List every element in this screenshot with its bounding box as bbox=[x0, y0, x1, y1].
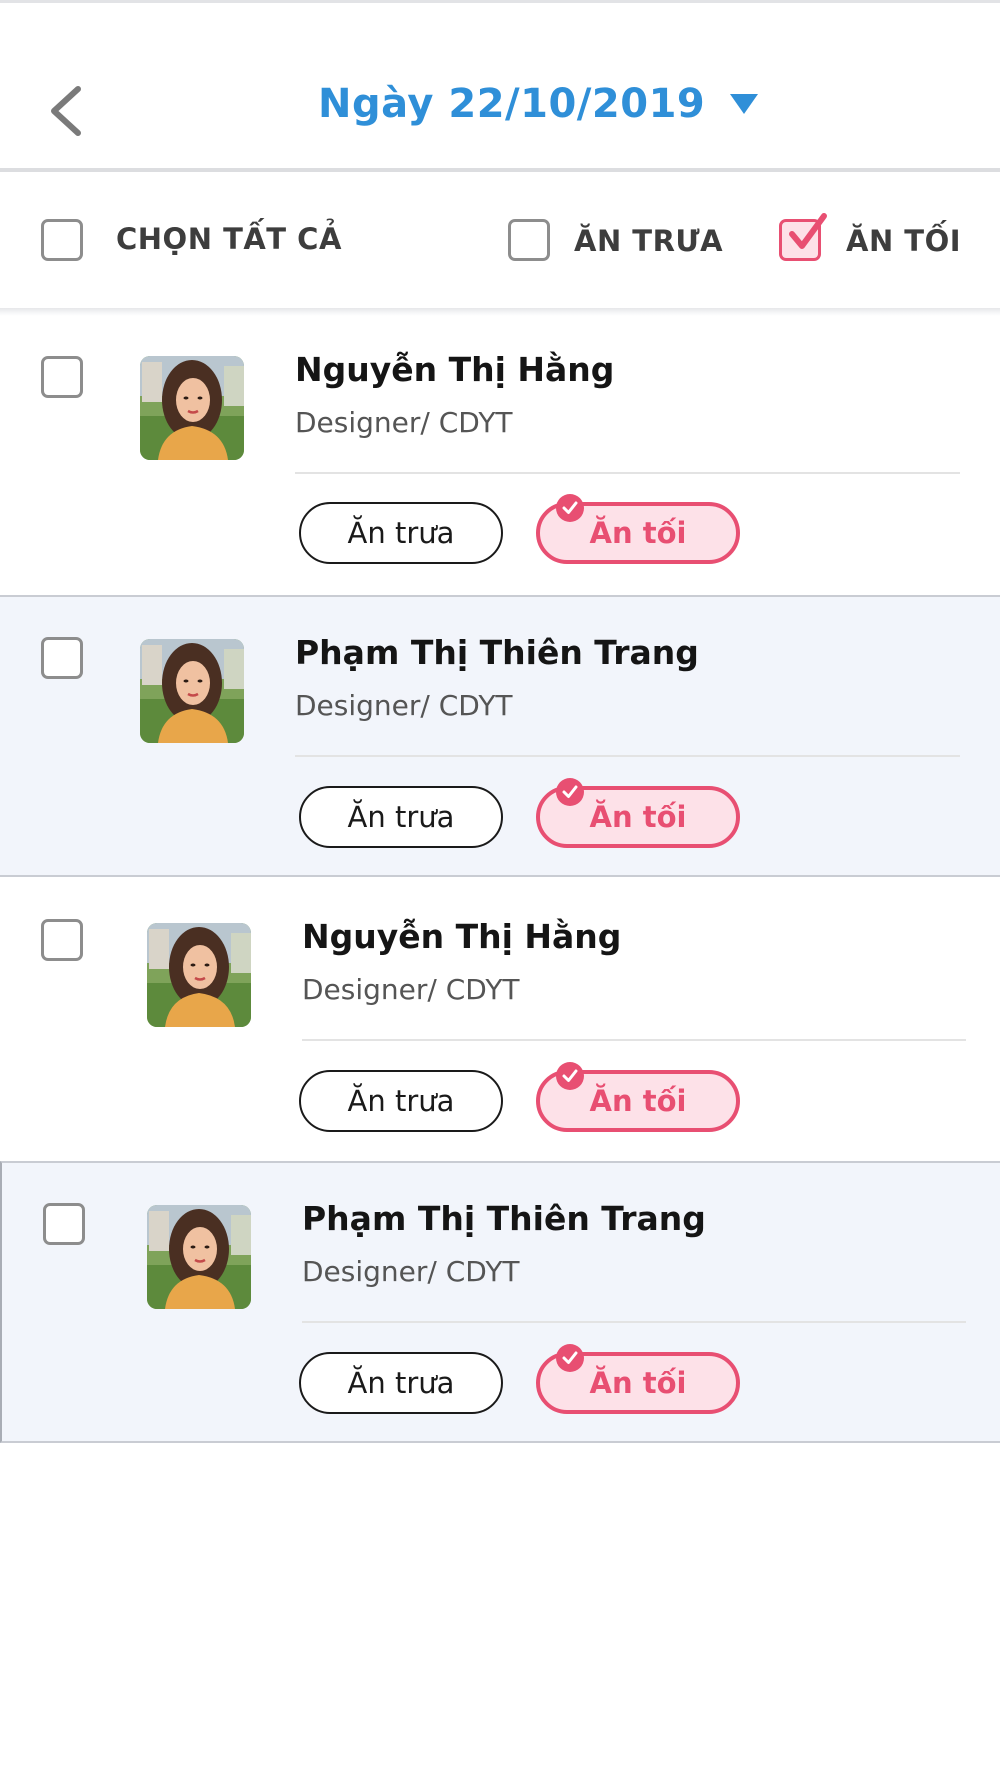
item-name: Phạm Thị Thiên Trang bbox=[302, 1199, 706, 1238]
item-name: Nguyễn Thị Hằng bbox=[295, 350, 615, 389]
select-all-label[interactable]: CHỌN TẤT CẢ bbox=[116, 222, 342, 256]
lunch-toggle-button[interactable]: Ăn trưa bbox=[299, 1070, 503, 1132]
item-role: Designer/ CDYT bbox=[302, 973, 520, 1006]
dinner-toggle-button[interactable]: Ăn tối bbox=[536, 494, 740, 564]
filter-bar-shadow bbox=[0, 308, 1000, 316]
lunch-filter-checkbox[interactable] bbox=[508, 219, 550, 261]
lunch-toggle-button[interactable]: Ăn trưa bbox=[299, 1352, 503, 1414]
check-icon bbox=[562, 501, 578, 514]
dinner-toggle-button[interactable]: Ăn tối bbox=[536, 1344, 740, 1414]
list-item: Nguyễn Thị Hằng Designer/ CDYT Ăn trưa Ă… bbox=[0, 316, 1000, 598]
item-checkbox[interactable] bbox=[41, 637, 83, 679]
item-role: Designer/ CDYT bbox=[302, 1255, 520, 1288]
lunch-toggle-label: Ăn trưa bbox=[347, 516, 455, 550]
item-role: Designer/ CDYT bbox=[295, 406, 513, 439]
check-icon bbox=[562, 1351, 578, 1364]
lunch-filter-label[interactable]: ĂN TRƯA bbox=[574, 224, 723, 258]
lunch-toggle-button[interactable]: Ăn trưa bbox=[299, 786, 503, 848]
filter-bar: CHỌN TẤT CẢ ĂN TRƯA ĂN TỐI bbox=[0, 172, 1000, 310]
item-name: Nguyễn Thị Hằng bbox=[302, 917, 622, 956]
avatar bbox=[140, 356, 244, 460]
lunch-toggle-label: Ăn trưa bbox=[347, 1084, 455, 1118]
dinner-filter-label[interactable]: ĂN TỐI bbox=[846, 224, 961, 258]
back-button[interactable] bbox=[44, 83, 94, 139]
item-checkbox[interactable] bbox=[41, 919, 83, 961]
select-all-checkbox[interactable] bbox=[41, 219, 83, 261]
item-divider bbox=[302, 1039, 966, 1041]
item-checkbox[interactable] bbox=[41, 356, 83, 398]
list-item: Nguyễn Thị Hằng Designer/ CDYT Ăn trưa Ă… bbox=[0, 879, 1000, 1161]
check-icon bbox=[562, 785, 578, 798]
list-item: Phạm Thị Thiên Trang Designer/ CDYT Ăn t… bbox=[0, 595, 1000, 877]
item-divider bbox=[295, 755, 960, 757]
date-selector[interactable]: Ngày 22/10/2019 bbox=[318, 81, 759, 127]
item-divider bbox=[302, 1321, 966, 1323]
dinner-filter-checkbox[interactable] bbox=[779, 213, 827, 261]
lunch-toggle-button[interactable]: Ăn trưa bbox=[299, 502, 503, 564]
selected-check-badge bbox=[556, 1344, 584, 1372]
selected-check-badge bbox=[556, 494, 584, 522]
chevron-left-icon bbox=[51, 86, 81, 136]
check-icon bbox=[562, 1069, 578, 1082]
caret-down-icon bbox=[730, 94, 759, 114]
page-title: Ngày 22/10/2019 bbox=[318, 81, 706, 127]
header: Ngày 22/10/2019 bbox=[0, 3, 1000, 170]
selected-check-badge bbox=[556, 778, 584, 806]
avatar bbox=[147, 923, 251, 1027]
dinner-toggle-label: Ăn tối bbox=[589, 1366, 687, 1400]
dinner-toggle-label: Ăn tối bbox=[589, 516, 687, 550]
item-name: Phạm Thị Thiên Trang bbox=[295, 633, 699, 672]
dinner-toggle-button[interactable]: Ăn tối bbox=[536, 778, 740, 848]
lunch-toggle-label: Ăn trưa bbox=[347, 800, 455, 834]
avatar bbox=[140, 639, 244, 743]
lunch-toggle-label: Ăn trưa bbox=[347, 1366, 455, 1400]
item-role: Designer/ CDYT bbox=[295, 689, 513, 722]
item-checkbox[interactable] bbox=[43, 1203, 85, 1245]
avatar bbox=[147, 1205, 251, 1309]
selected-check-badge bbox=[556, 1062, 584, 1090]
list-item: Phạm Thị Thiên Trang Designer/ CDYT Ăn t… bbox=[0, 1161, 1000, 1443]
item-divider bbox=[295, 472, 960, 474]
dinner-toggle-label: Ăn tối bbox=[589, 800, 687, 834]
checkmark-icon bbox=[789, 213, 827, 249]
dinner-toggle-button[interactable]: Ăn tối bbox=[536, 1062, 740, 1132]
dinner-toggle-label: Ăn tối bbox=[589, 1084, 687, 1118]
